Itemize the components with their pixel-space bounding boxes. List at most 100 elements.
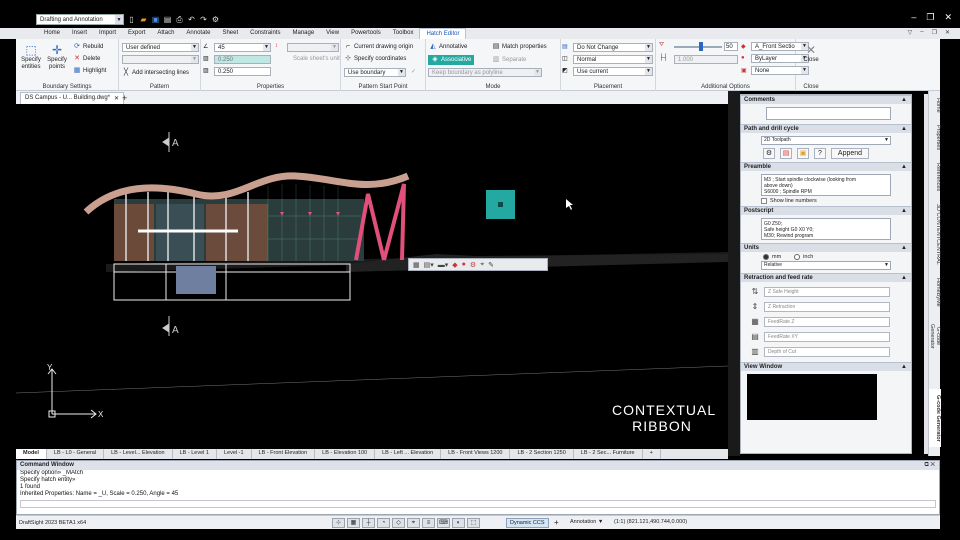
line-weight-icon[interactable]: ▬▾ <box>438 261 449 269</box>
match-properties-button[interactable]: ▤ Match properties <box>492 43 547 51</box>
check-icon[interactable]: ✓ <box>411 68 416 75</box>
save-icon[interactable]: ▣ <box>151 15 160 24</box>
save-icon[interactable]: ▣ <box>797 148 809 159</box>
mm-radio[interactable] <box>763 254 769 260</box>
tab-export[interactable]: Export <box>122 28 151 39</box>
settings-icon[interactable]: ⚙ <box>763 148 775 159</box>
layout-tab-model[interactable]: Model <box>16 449 47 459</box>
restore-icon[interactable]: ❐ <box>926 12 934 23</box>
hatch-grip-center[interactable] <box>498 202 503 207</box>
layout-tab[interactable]: LB - Level... Elevation <box>104 449 173 459</box>
tab-import[interactable]: Import <box>93 28 122 39</box>
coordinate-mode-select[interactable]: Relative ▼ <box>761 261 891 270</box>
section-retraction[interactable]: Retraction and feed rate ▲ <box>741 273 911 282</box>
depth-of-cut-input[interactable]: Depth of Cut <box>764 346 890 357</box>
redo-icon[interactable]: ↷ <box>199 15 208 24</box>
ortho-icon[interactable]: ┼ <box>362 518 375 528</box>
vtab-references[interactable]: References <box>929 159 941 195</box>
close-icon[interactable]: ✕ <box>945 29 950 36</box>
etrack-icon[interactable]: ⌖ <box>407 518 420 528</box>
vtab-3d-contentcentral[interactable]: 3D CONTENTCENTRAL <box>929 199 941 269</box>
tab-insert[interactable]: Insert <box>66 28 93 39</box>
current-origin-option[interactable]: ⌐ Current drawing origin <box>344 43 413 51</box>
layout-tab[interactable]: LB - Front Views 1200 <box>441 449 511 459</box>
edit-icon[interactable]: ✎ <box>488 261 494 269</box>
layout-tab[interactable]: LB - L0 - General <box>47 449 105 459</box>
pattern-name-select[interactable]: ▼ <box>122 55 199 64</box>
workspace-select[interactable]: Drafting and Annotation ▼ <box>36 13 124 25</box>
show-line-numbers-checkbox[interactable] <box>761 198 767 204</box>
close-hatch-editor-button[interactable]: ✕ Close <box>800 43 822 64</box>
highlight-button[interactable]: ▦ Highlight <box>73 67 107 75</box>
command-input[interactable] <box>20 500 936 508</box>
section-path[interactable]: Path and drill cycle ▲ <box>741 124 911 133</box>
pattern-type-select[interactable]: User defined ▼ <box>122 43 199 52</box>
export-icon[interactable]: ▤ <box>780 148 792 159</box>
chevron-down-icon[interactable]: ▽ <box>908 29 913 36</box>
open-file-icon[interactable]: ▰ <box>139 15 148 24</box>
retraction-input[interactable]: Z Retraction <box>764 301 890 312</box>
scale-input[interactable]: 0.250 <box>214 67 271 76</box>
esnap-icon[interactable]: ◇ <box>392 518 405 528</box>
postscript-textarea[interactable]: G0 Z50; Safe height G0 X0 Y0; M30; Rewin… <box>761 218 891 240</box>
scale-sheets-unit-toggle[interactable]: Scale sheet's unit <box>293 56 340 62</box>
layout-tab[interactable]: LB - Level 1 <box>173 449 217 459</box>
close-icon[interactable]: ✕ <box>114 95 119 102</box>
layout-tab[interactable]: LB - Elevation 100 <box>315 449 376 459</box>
tab-manage[interactable]: Manage <box>286 28 320 39</box>
add-icon[interactable]: + <box>554 518 559 527</box>
hatch-pattern-icon[interactable]: ▦ <box>413 261 420 269</box>
use-boundary-select[interactable]: Use boundary ▼ <box>344 68 406 77</box>
draw-order-select[interactable]: Do Not Change ▼ <box>573 43 653 52</box>
separate-button[interactable]: ▥ Separate <box>492 56 527 64</box>
section-view-window[interactable]: View Window ▲ <box>741 362 911 371</box>
tab-annotate[interactable]: Annotate <box>180 28 216 39</box>
associative-toggle[interactable]: ◈ Associative <box>428 55 475 65</box>
options-icon[interactable]: ⚙ <box>211 15 220 24</box>
properties-icon[interactable]: ⚙ <box>470 261 476 269</box>
tab-constraints[interactable]: Constraints <box>244 28 286 39</box>
undo-icon[interactable]: ↶ <box>187 15 196 24</box>
layout-tab[interactable]: Level -1 <box>217 449 252 459</box>
help-icon[interactable]: ? <box>814 148 826 159</box>
vtab-homebyme[interactable]: HomeByMe <box>929 273 941 311</box>
tab-sheet[interactable]: Sheet <box>216 28 244 39</box>
print-icon[interactable]: ⎙ <box>175 15 184 24</box>
specify-coordinates-option[interactable]: ⊹ Specify coordinates <box>344 55 406 63</box>
layer-icon[interactable]: ◆ <box>452 261 457 269</box>
layout-tab[interactable]: LB - 2 Section 1250 <box>510 449 574 459</box>
snap-icon[interactable]: ⊹ <box>332 518 345 528</box>
add-tab-icon[interactable]: + <box>122 93 127 103</box>
section-postscript[interactable]: Postscript ▲ <box>741 206 911 215</box>
rebuild-button[interactable]: ⟳ Rebuild <box>73 43 103 51</box>
spacing-select[interactable]: ▼ <box>287 43 339 52</box>
vtab-gcode-generator[interactable]: G-code Generator <box>929 389 941 447</box>
slider-handle[interactable] <box>699 42 703 51</box>
transparency-slider[interactable] <box>674 42 722 51</box>
quick-input-icon[interactable]: ⌨ <box>437 518 450 528</box>
tab-hatch-editor[interactable]: Hatch Editor <box>419 28 467 39</box>
layout-tab[interactable]: LB - Front Elevation <box>252 449 316 459</box>
lineweight-icon[interactable]: ≡ <box>422 518 435 528</box>
tab-home[interactable]: Home <box>38 28 66 39</box>
restore-icon[interactable]: ❐ <box>932 29 937 36</box>
tab-view[interactable]: View <box>320 28 345 39</box>
specify-entities-button[interactable]: ⬚ Specify entities <box>20 43 42 71</box>
save-as-icon[interactable]: ▤ <box>163 15 172 24</box>
layout-tab[interactable]: LB - Left ... Elevation <box>375 449 442 459</box>
document-tab[interactable]: DS Campus - U... Building.dwg* ✕ <box>20 92 125 104</box>
selection-icon[interactable]: ⬚ <box>467 518 480 528</box>
specify-points-button[interactable]: ✛ Specify points <box>46 43 68 71</box>
toolpath-select[interactable]: 2D Toolpath ▼ <box>761 136 891 145</box>
layout-tab[interactable]: LB - 2 Sec... Furniture <box>574 449 643 459</box>
annotative-toggle[interactable]: ◭ Annotative <box>429 43 467 51</box>
match-icon[interactable]: ⌖ <box>480 261 484 269</box>
close-icon[interactable]: ✕ <box>944 12 952 23</box>
safe-height-input[interactable]: Z Safe Height <box>764 286 890 297</box>
hatch-type-icon[interactable]: ▤▾ <box>424 261 434 269</box>
feedrate-xy-input[interactable]: FeedRate XY <box>764 331 890 342</box>
command-window-controls[interactable]: ⧉ ✕ <box>924 461 935 470</box>
transparency-value[interactable]: 50 <box>724 42 738 51</box>
spacing-input[interactable]: 0.250 <box>214 55 271 64</box>
vtab-home[interactable]: Home <box>929 93 941 117</box>
